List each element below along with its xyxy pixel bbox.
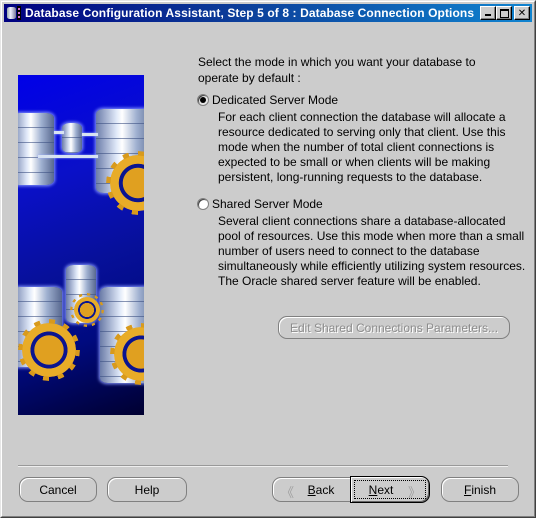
- back-mnemonic: B: [307, 482, 316, 497]
- close-icon: ✕: [517, 7, 527, 19]
- edit-shared-connections-label: Edit Shared Connections Parameters...: [289, 320, 499, 335]
- connector-pipe: [38, 155, 98, 158]
- back-button[interactable]: 《 Back: [272, 477, 352, 502]
- dedicated-server-radio[interactable]: [197, 94, 209, 106]
- dedicated-server-description: For each client connection the database …: [218, 110, 506, 184]
- next-button[interactable]: Next 》: [350, 476, 430, 503]
- footer-separator: [18, 465, 508, 467]
- back-label-rest: ack: [315, 482, 335, 497]
- database-app-icon[interactable]: [6, 5, 22, 21]
- window-controls: ✕: [480, 6, 530, 20]
- shared-server-radio[interactable]: [197, 198, 209, 210]
- title-bar[interactable]: Database Configuration Assistant, Step 5…: [4, 4, 532, 22]
- maximize-button[interactable]: [496, 6, 512, 20]
- connector-pipe: [54, 131, 64, 134]
- database-cylinder-illustration: [62, 123, 82, 153]
- dedicated-server-label[interactable]: Dedicated Server Mode: [212, 93, 338, 107]
- wizard-illustration: [18, 75, 144, 415]
- minimize-button[interactable]: [480, 6, 496, 20]
- database-cylinder-glyph: [7, 7, 16, 19]
- gear-icon: [74, 297, 100, 323]
- help-button[interactable]: Help: [107, 477, 187, 502]
- shared-server-option[interactable]: Shared Server Mode: [197, 197, 323, 211]
- database-cylinder-illustration: [18, 113, 54, 185]
- cancel-label: Cancel: [39, 482, 77, 497]
- gear-icon: [22, 323, 76, 377]
- chevron-left-icon: 《: [281, 486, 295, 501]
- close-button[interactable]: ✕: [514, 6, 530, 20]
- gear-icon: [110, 155, 144, 211]
- gear-icon: [114, 327, 144, 381]
- next-label: Next: [369, 483, 394, 497]
- help-label: Help: [134, 482, 160, 497]
- film-strip-glyph: [17, 6, 21, 20]
- intro-text: Select the mode in which you want your d…: [198, 55, 476, 85]
- finish-label: Finish: [464, 483, 496, 497]
- window-title: Database Configuration Assistant, Step 5…: [25, 6, 475, 20]
- next-label-rest: ext: [377, 482, 394, 497]
- cancel-button[interactable]: Cancel: [19, 477, 97, 502]
- connector-pipe: [82, 133, 98, 136]
- shared-server-description: Several client connections share a datab…: [218, 214, 526, 288]
- back-label: Back: [308, 483, 335, 497]
- chevron-right-icon: 》: [407, 486, 421, 501]
- dedicated-server-option[interactable]: Dedicated Server Mode: [197, 93, 338, 107]
- edit-shared-connections-button[interactable]: Edit Shared Connections Parameters...: [278, 316, 510, 339]
- finish-label-rest: inish: [471, 482, 497, 497]
- shared-server-label[interactable]: Shared Server Mode: [212, 197, 323, 211]
- dbca-window: Database Configuration Assistant, Step 5…: [0, 0, 536, 518]
- finish-button[interactable]: Finish: [441, 477, 519, 502]
